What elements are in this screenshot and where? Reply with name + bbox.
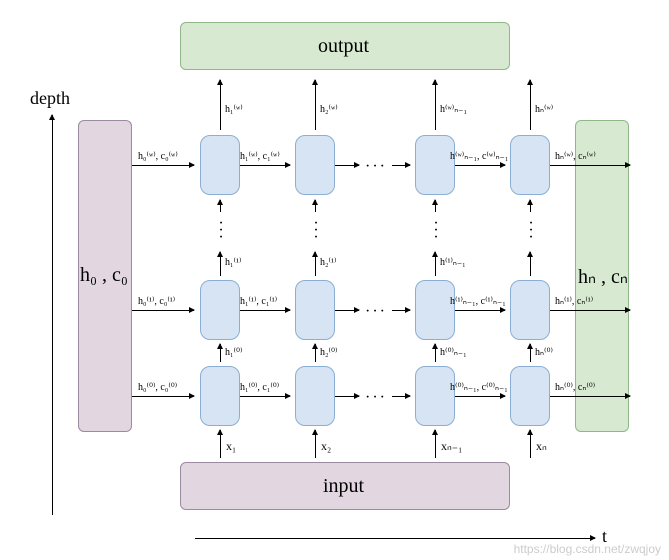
edge-hn0: hₙ⁽⁰⁾, cₙ⁽⁰⁾ xyxy=(555,383,595,393)
v-arrow xyxy=(315,252,316,276)
v-arrow xyxy=(530,200,531,212)
h-arrow xyxy=(335,310,359,311)
init-state-label: h₀ , c₀ xyxy=(80,264,128,287)
cell-1-nm1 xyxy=(415,280,455,340)
input-label: input xyxy=(323,475,364,498)
vlabel-h21: h₂⁽¹⁾ xyxy=(320,258,336,268)
vdots: ··· xyxy=(216,220,226,242)
v-arrow xyxy=(435,200,436,212)
edge-h0w: h₀⁽ʷ⁾, c₀⁽ʷ⁾ xyxy=(138,152,178,162)
vlabel-h20: h₂⁽⁰⁾ xyxy=(320,348,337,358)
vlabel-hnm11: h⁽¹⁾ₙ₋₁ xyxy=(440,258,466,268)
vlabel-hnm10: h⁽⁰⁾ₙ₋₁ xyxy=(440,348,467,358)
input-xnm1: xₙ₋₁ xyxy=(441,440,462,452)
h-arrow xyxy=(240,310,290,311)
v-arrow xyxy=(315,430,316,458)
vlabel-h2w: h₂⁽ʷ⁾ xyxy=(320,105,338,115)
v-arrow xyxy=(530,80,531,130)
cell-0-nm1 xyxy=(415,366,455,426)
edge-h01: h₀⁽¹⁾, c₀⁽¹⁾ xyxy=(138,297,175,307)
cell-1-2 xyxy=(295,280,335,340)
vdots: ··· xyxy=(311,220,321,242)
edge-h10: h₁⁽⁰⁾, c₁⁽⁰⁾ xyxy=(240,383,279,393)
vlabel-hnm1w: h⁽ʷ⁾ₙ₋₁ xyxy=(440,105,467,115)
axis-depth-label: depth xyxy=(30,88,70,109)
v-arrow xyxy=(220,200,221,212)
edge-h1w: h₁⁽ʷ⁾, c₁⁽ʷ⁾ xyxy=(240,152,280,162)
cell-0-1 xyxy=(200,366,240,426)
v-arrow xyxy=(315,80,316,130)
h-arrow xyxy=(335,165,359,166)
cell-w-n xyxy=(510,135,550,195)
v-arrow xyxy=(315,200,316,212)
v-arrow xyxy=(435,80,436,130)
vlabel-hnw: hₙ⁽ʷ⁾ xyxy=(535,105,553,115)
vlabel-hn0: hₙ⁽⁰⁾ xyxy=(535,348,553,358)
h-arrow xyxy=(455,310,505,311)
h-arrow xyxy=(132,165,194,166)
hdots: ··· xyxy=(365,159,387,175)
h-arrow xyxy=(240,396,290,397)
h-arrow xyxy=(550,310,630,311)
axis-depth xyxy=(52,115,53,515)
v-arrow xyxy=(220,80,221,130)
h-arrow xyxy=(240,165,290,166)
cell-0-n xyxy=(510,366,550,426)
vdots: ··· xyxy=(431,220,441,242)
output-label: output xyxy=(318,35,369,58)
hdots: ··· xyxy=(365,390,387,406)
h-arrow xyxy=(550,396,630,397)
edge-h11: h₁⁽¹⁾, c₁⁽¹⁾ xyxy=(240,297,277,307)
h-arrow xyxy=(455,165,505,166)
h-arrow xyxy=(550,165,630,166)
h-arrow xyxy=(335,396,359,397)
cell-w-nm1 xyxy=(415,135,455,195)
input-xn: xₙ xyxy=(536,440,547,452)
vlabel-h11: h₁⁽¹⁾ xyxy=(225,258,241,268)
v-arrow xyxy=(220,430,221,458)
h-arrow xyxy=(455,396,505,397)
input-x1: x₁ xyxy=(226,440,236,452)
h-arrow xyxy=(132,396,194,397)
cell-w-2 xyxy=(295,135,335,195)
edge-hnm1w: h⁽ʷ⁾ₙ₋₁, c⁽ʷ⁾ₙ₋₁ xyxy=(450,152,508,162)
cell-1-n xyxy=(510,280,550,340)
vlabel-h1w: h₁⁽ʷ⁾ xyxy=(225,105,243,115)
input-x2: x₂ xyxy=(321,440,331,452)
v-arrow xyxy=(435,344,436,362)
edge-hn1: hₙ⁽¹⁾, cₙ⁽¹⁾ xyxy=(555,297,593,307)
vlabel-h10: h₁⁽⁰⁾ xyxy=(225,348,242,358)
v-arrow xyxy=(220,252,221,276)
v-arrow xyxy=(315,344,316,362)
vdots: ··· xyxy=(526,220,536,242)
cell-1-1 xyxy=(200,280,240,340)
edge-hnw: hₙ⁽ʷ⁾, cₙ⁽ʷ⁾ xyxy=(555,152,596,162)
h-arrow xyxy=(392,165,410,166)
v-arrow xyxy=(530,344,531,362)
v-arrow xyxy=(220,344,221,362)
h-arrow xyxy=(392,396,410,397)
edge-hnm10: h⁽⁰⁾ₙ₋₁, c⁽⁰⁾ₙ₋₁ xyxy=(450,383,508,393)
final-state-label: hₙ , cₙ xyxy=(578,264,628,289)
cell-0-2 xyxy=(295,366,335,426)
hdots: ··· xyxy=(365,304,387,320)
v-arrow xyxy=(530,252,531,276)
v-arrow xyxy=(435,252,436,276)
v-arrow xyxy=(435,430,436,458)
h-arrow xyxy=(132,310,194,311)
v-arrow xyxy=(530,430,531,458)
axis-time xyxy=(195,538,595,539)
edge-h00: h₀⁽⁰⁾, c₀⁽⁰⁾ xyxy=(138,383,177,393)
watermark: https://blog.csdn.net/zwqjoy xyxy=(514,542,661,556)
edge-hnm11: h⁽¹⁾ₙ₋₁, c⁽¹⁾ₙ₋₁ xyxy=(450,297,506,307)
cell-w-1 xyxy=(200,135,240,195)
h-arrow xyxy=(392,310,410,311)
